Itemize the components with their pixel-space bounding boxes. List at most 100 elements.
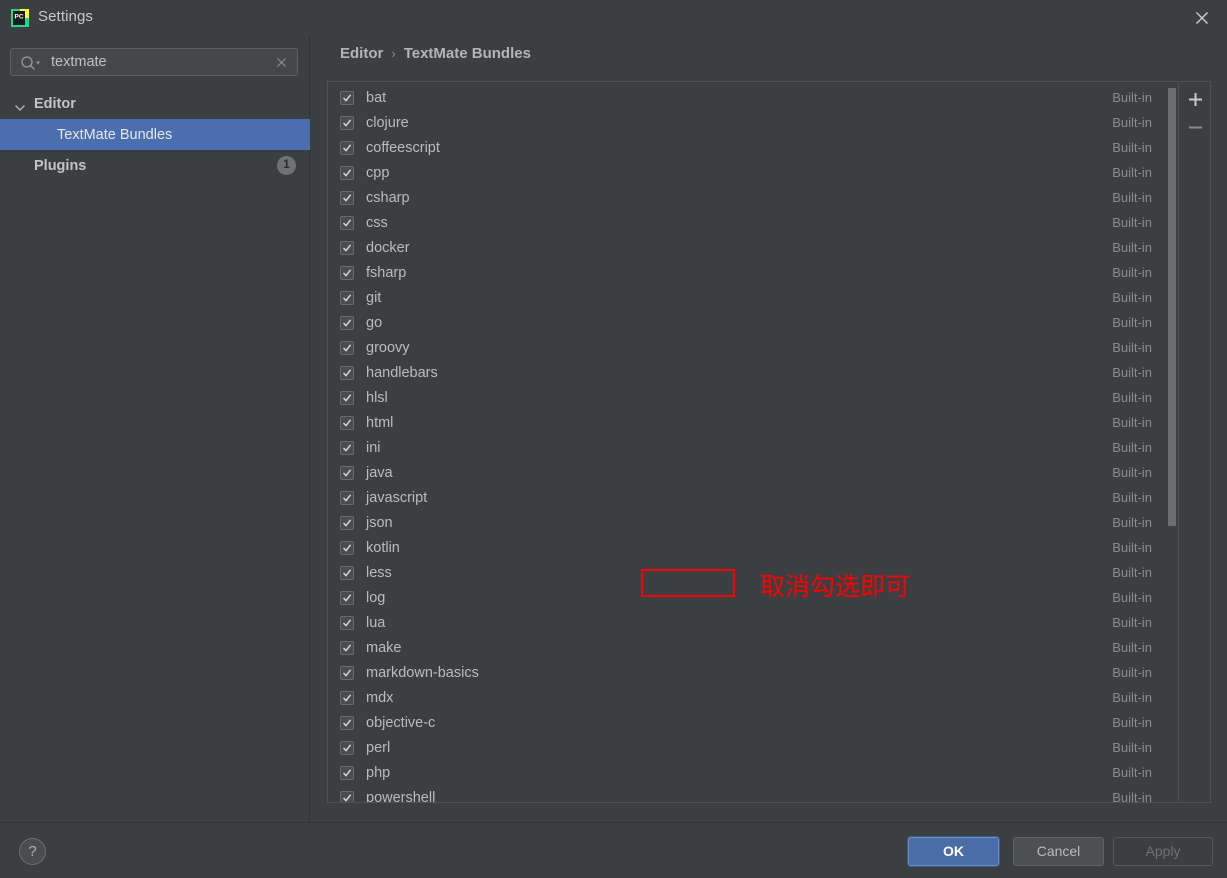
apply-button: Apply <box>1113 837 1213 866</box>
help-button[interactable]: ? <box>19 838 46 865</box>
search-input[interactable] <box>51 54 266 70</box>
bundle-name: docker <box>366 239 410 256</box>
bundle-checkbox[interactable] <box>340 365 354 380</box>
table-row[interactable]: cpp Built-in <box>328 160 1178 185</box>
bundle-name: lua <box>366 614 386 631</box>
sidebar-item-editor[interactable]: Editor <box>0 88 310 119</box>
bundle-checkbox[interactable] <box>340 565 354 580</box>
search-icon[interactable] <box>20 55 42 71</box>
table-row[interactable]: bat Built-in <box>328 85 1178 110</box>
bundle-checkbox[interactable] <box>340 340 354 355</box>
bundle-checkbox[interactable] <box>340 715 354 730</box>
add-bundle-button[interactable] <box>1184 88 1207 111</box>
table-row[interactable]: lua Built-in <box>328 610 1178 635</box>
bundle-source-tag: Built-in <box>1112 515 1152 530</box>
table-row[interactable]: perl Built-in <box>328 735 1178 760</box>
table-row[interactable]: coffeescript Built-in <box>328 135 1178 160</box>
bundle-source-tag: Built-in <box>1112 615 1152 630</box>
bundle-name: groovy <box>366 339 410 356</box>
bundle-checkbox[interactable] <box>340 290 354 305</box>
bundle-name: markdown-basics <box>366 664 479 681</box>
bundle-checkbox[interactable] <box>340 390 354 405</box>
bundle-name: java <box>366 464 393 481</box>
sidebar-item-label: Editor <box>34 95 76 112</box>
table-row[interactable]: hlsl Built-in <box>328 385 1178 410</box>
textmate-bundles-list[interactable]: bat Built-in clojure Built-in coffeescript Bu… <box>327 81 1179 803</box>
table-row[interactable]: clojure Built-in <box>328 110 1178 135</box>
table-row[interactable]: kotlin Built-in <box>328 535 1178 560</box>
bundle-name: coffeescript <box>366 139 440 156</box>
table-row[interactable]: javascript Built-in <box>328 485 1178 510</box>
bundle-source-tag: Built-in <box>1112 690 1152 705</box>
sidebar-item-plugins[interactable]: Plugins 1 <box>0 150 310 181</box>
bundle-source-tag: Built-in <box>1112 765 1152 780</box>
table-row[interactable]: mdx Built-in <box>328 685 1178 710</box>
bundle-checkbox[interactable] <box>340 90 354 105</box>
bundle-source-tag: Built-in <box>1112 140 1152 155</box>
chevron-down-icon[interactable] <box>14 99 26 111</box>
dialog-footer: ? OK Cancel Apply <box>0 822 1227 878</box>
table-row[interactable]: csharp Built-in <box>328 185 1178 210</box>
bundle-checkbox[interactable] <box>340 640 354 655</box>
bundle-name: fsharp <box>366 264 407 281</box>
table-row[interactable]: php Built-in <box>328 760 1178 785</box>
breadcrumb-part-editor[interactable]: Editor <box>340 45 383 62</box>
bundle-checkbox[interactable] <box>340 765 354 780</box>
bundle-checkbox[interactable] <box>340 115 354 130</box>
settings-tree: Editor TextMate Bundles Plugins 1 <box>0 88 310 181</box>
bundle-checkbox[interactable] <box>340 665 354 680</box>
table-row[interactable]: go Built-in <box>328 310 1178 335</box>
table-row[interactable]: groovy Built-in <box>328 335 1178 360</box>
table-row[interactable]: make Built-in <box>328 635 1178 660</box>
breadcrumb-separator-icon: › <box>391 46 396 61</box>
table-row[interactable]: java Built-in <box>328 460 1178 485</box>
list-toolbar <box>1180 81 1211 803</box>
table-row[interactable]: log Built-in <box>328 585 1178 610</box>
bundle-checkbox[interactable] <box>340 740 354 755</box>
bundle-checkbox[interactable] <box>340 465 354 480</box>
bundle-checkbox[interactable] <box>340 440 354 455</box>
bundle-checkbox[interactable] <box>340 790 354 802</box>
bundle-checkbox[interactable] <box>340 615 354 630</box>
table-row[interactable]: markdown-basics Built-in <box>328 660 1178 685</box>
table-row[interactable]: css Built-in <box>328 210 1178 235</box>
table-row[interactable]: ini Built-in <box>328 435 1178 460</box>
table-row[interactable]: less Built-in <box>328 560 1178 585</box>
bundle-source-tag: Built-in <box>1112 340 1152 355</box>
bundle-checkbox[interactable] <box>340 190 354 205</box>
table-row[interactable]: html Built-in <box>328 410 1178 435</box>
clear-icon[interactable] <box>274 55 289 70</box>
bundle-checkbox[interactable] <box>340 215 354 230</box>
bundle-checkbox[interactable] <box>340 265 354 280</box>
close-icon[interactable] <box>1191 7 1213 29</box>
table-row[interactable]: docker Built-in <box>328 235 1178 260</box>
cancel-button[interactable]: Cancel <box>1013 837 1104 866</box>
bundle-checkbox[interactable] <box>340 690 354 705</box>
search-field[interactable] <box>10 48 298 76</box>
ok-button[interactable]: OK <box>908 837 999 866</box>
bundle-checkbox[interactable] <box>340 140 354 155</box>
bundle-checkbox[interactable] <box>340 515 354 530</box>
bundle-source-tag: Built-in <box>1112 240 1152 255</box>
bundle-name: json <box>366 514 393 531</box>
bundle-checkbox[interactable] <box>340 415 354 430</box>
table-row[interactable]: json Built-in <box>328 510 1178 535</box>
table-row[interactable]: handlebars Built-in <box>328 360 1178 385</box>
sidebar-item-textmate-bundles[interactable]: TextMate Bundles <box>0 119 310 150</box>
list-scrollbar[interactable] <box>1166 83 1177 802</box>
bundle-name: javascript <box>366 489 428 506</box>
table-row[interactable]: powershell Built-in <box>328 785 1178 803</box>
bundle-checkbox[interactable] <box>340 590 354 605</box>
bundle-checkbox[interactable] <box>340 315 354 330</box>
bundle-checkbox[interactable] <box>340 490 354 505</box>
bundle-checkbox[interactable] <box>340 165 354 180</box>
table-row[interactable]: objective-c Built-in <box>328 710 1178 735</box>
table-row[interactable]: fsharp Built-in <box>328 260 1178 285</box>
bundle-source-tag: Built-in <box>1112 90 1152 105</box>
bundle-checkbox[interactable] <box>340 240 354 255</box>
scrollbar-thumb[interactable] <box>1168 88 1176 526</box>
remove-bundle-button[interactable] <box>1184 116 1207 139</box>
bundle-name: powershell <box>366 789 436 803</box>
bundle-checkbox[interactable] <box>340 540 354 555</box>
table-row[interactable]: git Built-in <box>328 285 1178 310</box>
